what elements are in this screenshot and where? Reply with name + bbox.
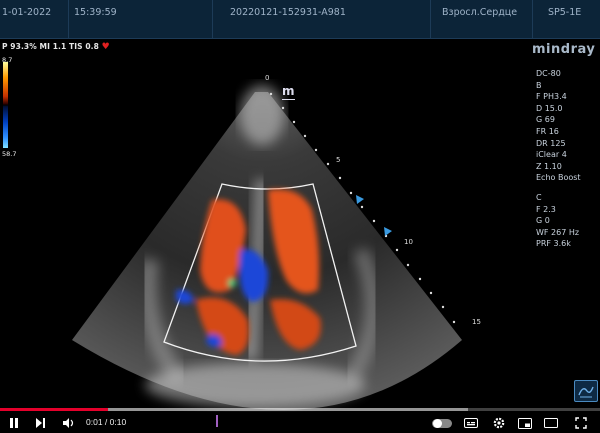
- base-echo: [145, 363, 365, 407]
- depth-label: 15: [472, 318, 481, 326]
- skip-next-icon: [36, 418, 45, 428]
- volume-button[interactable]: [60, 413, 78, 433]
- pause-icon: [10, 418, 18, 428]
- subtitles-button[interactable]: [462, 413, 480, 433]
- ultrasound-sector-image: [72, 85, 462, 410]
- miniplayer-button[interactable]: [516, 413, 534, 433]
- focus-marker-icon: [356, 195, 364, 204]
- subtitles-icon: [464, 418, 478, 428]
- depth-label: 0: [265, 74, 270, 82]
- settings-button[interactable]: [490, 413, 508, 433]
- focus-marker-icon: [384, 227, 392, 236]
- time-total: 0:10: [109, 417, 127, 427]
- fullscreen-button[interactable]: [572, 413, 590, 433]
- theater-icon: [544, 418, 558, 428]
- gear-icon: [493, 417, 505, 429]
- fullscreen-icon: [575, 417, 587, 429]
- theater-mode-button[interactable]: [542, 413, 560, 433]
- depth-label: 10: [404, 238, 413, 246]
- time-current: 0:01: [86, 417, 103, 427]
- volume-icon: [63, 418, 74, 428]
- depth-label: 5: [336, 156, 341, 164]
- marker-label: m: [282, 84, 295, 98]
- cardiac-probe-icon: [574, 380, 598, 402]
- progress-played: [0, 408, 108, 411]
- miniplayer-icon: [518, 417, 532, 429]
- marker-underline: [282, 99, 295, 100]
- time-separator: /: [102, 417, 110, 427]
- time-display: 0:01 / 0:10: [86, 417, 126, 427]
- video-controls-bar: 0:01 / 0:10: [0, 413, 600, 433]
- autoplay-toggle[interactable]: [432, 419, 452, 428]
- next-button[interactable]: [32, 413, 48, 433]
- pause-button[interactable]: [6, 413, 22, 433]
- near-field-echo: [240, 85, 284, 145]
